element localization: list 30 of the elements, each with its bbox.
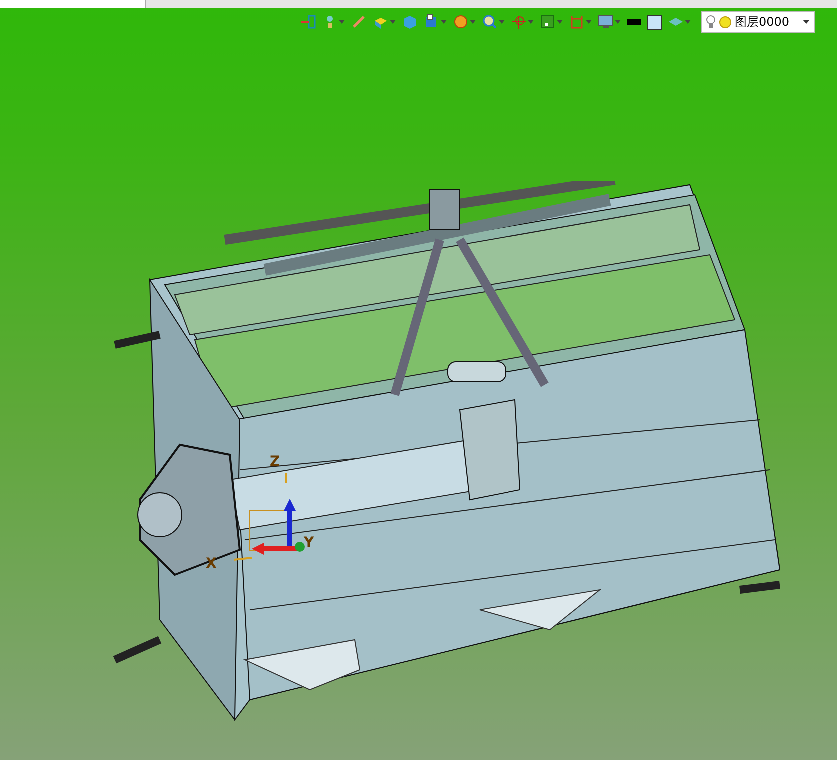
line-swatch-icon: [627, 19, 641, 25]
crosshair-icon: [511, 14, 527, 30]
layer-select[interactable]: 图层0000: [701, 11, 815, 33]
layer-name: 图层0000: [735, 14, 791, 30]
caret-icon: [586, 20, 592, 24]
bulb-icon: [706, 15, 716, 29]
caret-icon: [441, 20, 447, 24]
zoom-icon: [482, 14, 498, 30]
dropdown-caret-icon: [803, 20, 810, 24]
axis-label: Z: [270, 454, 280, 470]
fill-color-tool[interactable]: [647, 12, 662, 32]
layers-icon: [668, 16, 684, 28]
caret-icon: [685, 20, 691, 24]
caret-icon: [528, 20, 534, 24]
bracket-icon: [569, 14, 585, 30]
cube-icon: [402, 14, 418, 30]
caret-icon: [470, 20, 476, 24]
caret-icon: [499, 20, 505, 24]
caret-icon: [339, 20, 345, 24]
grid-icon: [540, 14, 556, 30]
exit-icon: [300, 14, 316, 30]
sphere-icon: [453, 14, 469, 30]
brush-icon: [351, 14, 367, 30]
caret-icon: [390, 20, 396, 24]
sun-icon: [719, 16, 732, 28]
fill-swatch-icon: [647, 14, 662, 30]
caret-icon: [557, 20, 563, 24]
axis-label: Y: [304, 535, 314, 551]
caret-icon: [615, 20, 621, 24]
monitor-icon: [598, 14, 614, 30]
